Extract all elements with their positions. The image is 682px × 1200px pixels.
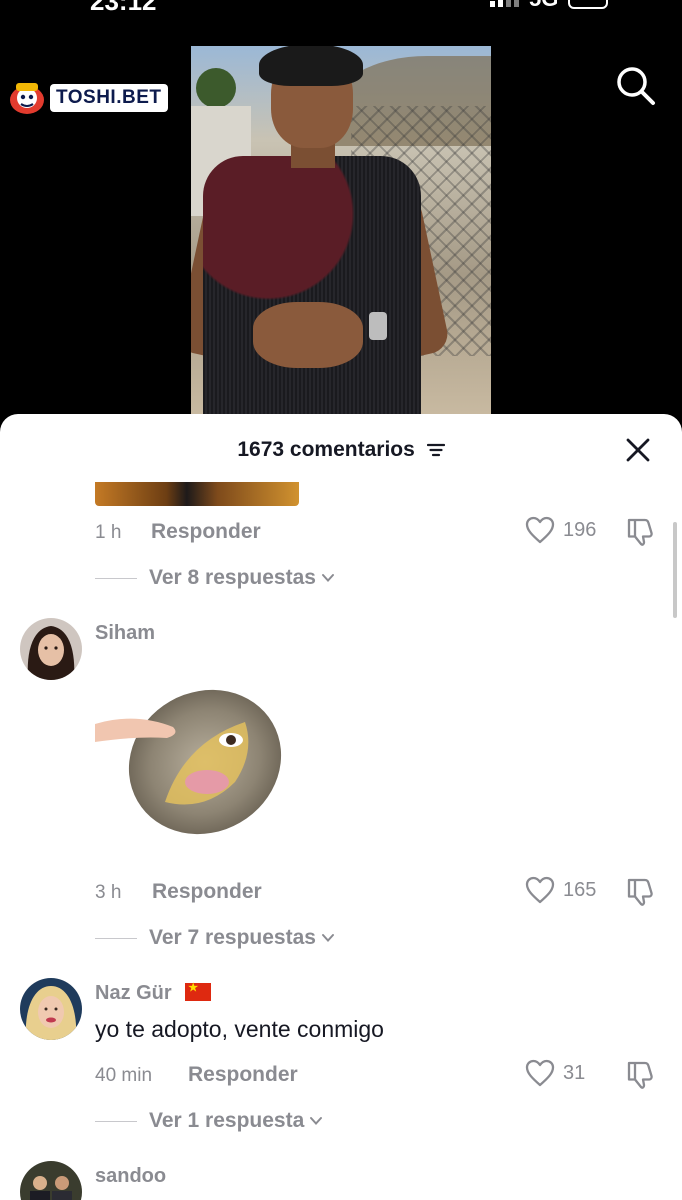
signal-icon <box>490 0 519 7</box>
like-count: 31 <box>563 1061 586 1084</box>
comment-time: 40 min <box>95 1065 153 1086</box>
view-replies-button[interactable]: Ver 1 respuesta <box>95 1106 324 1136</box>
chevron-down-icon <box>321 934 334 942</box>
comment-meta-row: 1 h Responder 196 <box>95 516 665 550</box>
thumbs-down-icon[interactable] <box>625 876 657 908</box>
status-time: 23:12 <box>90 0 157 16</box>
reply-button[interactable]: Responder <box>188 1063 298 1087</box>
thumbs-down-icon[interactable] <box>625 516 657 548</box>
brand-badge[interactable]: TOSHI.BET <box>8 80 168 116</box>
comment-username[interactable]: Siham <box>95 622 155 645</box>
comments-header: 1673 comentarios <box>0 414 682 486</box>
comment-username-row: Naz Gür <box>95 981 212 1005</box>
avatar-image <box>20 978 82 1040</box>
like-button[interactable]: 196 <box>525 516 596 544</box>
status-bar: 23:12 5G <box>0 0 682 16</box>
avatar[interactable] <box>20 978 82 1040</box>
replies-divider <box>95 1120 137 1122</box>
replies-divider <box>95 577 137 579</box>
video-player[interactable] <box>191 46 491 426</box>
comments-count: 1673 comentarios <box>237 438 415 461</box>
heart-icon <box>525 1059 555 1087</box>
comments-count-row: 1673 comentarios <box>0 438 682 462</box>
video-background-tree <box>196 68 236 108</box>
like-count: 196 <box>563 518 597 541</box>
comment-text: yo te adopto, vente conmigo <box>95 1016 384 1042</box>
video-person-shirt <box>203 156 421 426</box>
heart-icon <box>525 876 555 904</box>
comments-scrollbar[interactable] <box>673 522 677 618</box>
heart-icon <box>525 516 555 544</box>
avatar[interactable] <box>20 1161 82 1200</box>
chevron-down-icon <box>310 1117 323 1125</box>
comment-time: 1 h <box>95 522 122 543</box>
thumbs-down-icon[interactable] <box>625 1059 657 1091</box>
network-label: 5G <box>529 0 558 12</box>
comment-sticker <box>95 482 299 506</box>
reply-button[interactable]: Responder <box>152 880 262 904</box>
chevron-down-icon <box>321 574 334 582</box>
comment-meta-row: 3 h Responder 165 <box>95 876 665 910</box>
avatar-image <box>20 618 82 680</box>
status-indicators: 5G <box>490 0 609 12</box>
like-button[interactable]: 31 <box>525 1059 585 1087</box>
battery-icon <box>568 0 609 9</box>
replies-label: Ver 1 respuesta <box>149 1109 305 1132</box>
reply-button[interactable]: Responder <box>151 520 261 544</box>
view-replies-button[interactable]: Ver 8 respuestas <box>95 563 336 593</box>
sort-icon[interactable] <box>426 443 445 457</box>
video-person-hands <box>253 302 363 368</box>
like-count: 165 <box>563 878 597 901</box>
brand-logo-icon <box>10 83 44 114</box>
search-icon[interactable] <box>614 64 656 106</box>
avatar[interactable] <box>20 618 82 680</box>
replies-label: Ver 8 respuestas <box>149 566 316 589</box>
like-button[interactable]: 165 <box>525 876 596 904</box>
replies-divider <box>95 937 137 939</box>
comments-sheet: 1673 comentarios 1 h Responder 196 Ver 8 <box>0 414 682 1200</box>
replies-label: Ver 7 respuestas <box>149 926 316 949</box>
video-person-watch <box>369 312 387 340</box>
comment-meta-row: 40 min Responder 31 <box>95 1059 665 1093</box>
comment-username[interactable]: sandoo <box>95 1165 166 1188</box>
comment-time: 3 h <box>95 882 122 903</box>
comment-sticker <box>95 689 282 835</box>
brand-name: TOSHI.BET <box>50 84 168 112</box>
comment-username[interactable]: Naz Gür <box>95 982 172 1004</box>
close-icon[interactable] <box>624 436 652 464</box>
video-person-hair <box>259 46 363 86</box>
view-replies-button[interactable]: Ver 7 respuestas <box>95 923 336 953</box>
avatar-image <box>20 1161 82 1200</box>
china-flag-icon <box>185 981 212 1001</box>
